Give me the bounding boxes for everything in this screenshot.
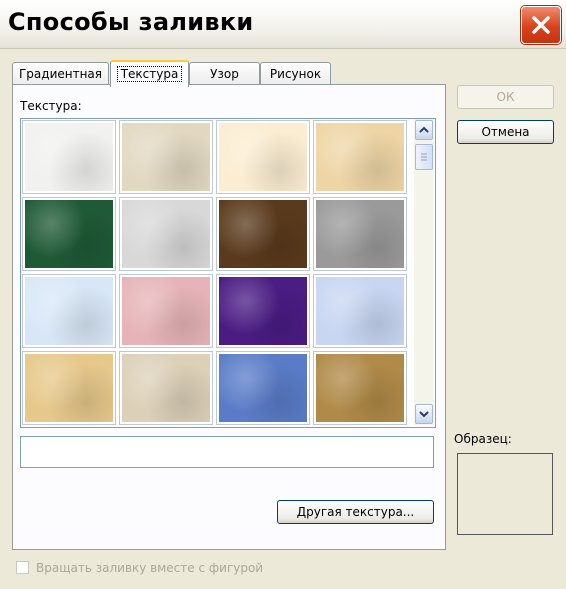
texture-tile-beige-recycled-paper[interactable] (119, 120, 213, 194)
gallery-scrollbar[interactable] (414, 119, 434, 425)
rotate-fill-checkbox[interactable] (16, 561, 29, 574)
tab-texture[interactable]: Текстура (110, 60, 189, 87)
texture-tile-bouquet-lavender[interactable] (313, 274, 407, 348)
tab-picture-label: Рисунок (269, 67, 322, 81)
sample-label: Образец: (454, 432, 512, 446)
tab-gradient-label: Градиентная (18, 67, 103, 81)
scroll-up-button[interactable] (415, 120, 433, 140)
close-icon (532, 16, 550, 34)
rotate-fill-label: Вращать заливку вместе с фигурой (36, 561, 264, 575)
texture-tile-light-blue-paper[interactable] (22, 274, 116, 348)
texture-tile-papyrus[interactable] (22, 351, 116, 425)
texture-tile-pink-tissue[interactable] (119, 274, 213, 348)
texture-name-field (20, 436, 434, 468)
chevron-down-icon (419, 411, 429, 418)
texture-tile-purple-mesh[interactable] (216, 274, 310, 348)
texture-tile-white-gray-marble[interactable] (119, 197, 213, 271)
tab-picture[interactable]: Рисунок (260, 62, 331, 85)
texture-tile-cream-parchment[interactable] (216, 120, 310, 194)
window-title: Способы заливки (8, 8, 254, 36)
close-button[interactable] (521, 6, 561, 44)
texture-tile-brown-marble[interactable] (216, 197, 310, 271)
tab-pattern-label: Узор (210, 67, 239, 81)
chevron-up-icon (419, 126, 429, 133)
sample-preview (457, 453, 553, 535)
texture-label: Текстура: (20, 99, 82, 113)
texture-tile-white-marble-paper[interactable] (22, 120, 116, 194)
other-texture-button[interactable]: Другая текстура... (277, 500, 434, 524)
cancel-button[interactable]: Отмена (457, 120, 554, 144)
texture-tile-canvas[interactable] (119, 351, 213, 425)
ok-button[interactable]: ОК (457, 85, 554, 109)
title-bar: Способы заливки (0, 0, 566, 49)
texture-tile-tan-sand[interactable] (313, 120, 407, 194)
tab-texture-label: Текстура (116, 66, 183, 82)
texture-tile-denim[interactable] (216, 351, 310, 425)
scroll-down-button[interactable] (415, 404, 433, 424)
texture-tile-granite[interactable] (313, 197, 407, 271)
texture-tile-woven-mat[interactable] (313, 351, 407, 425)
grip-icon (421, 153, 427, 161)
tab-gradient[interactable]: Градиентная (12, 62, 109, 85)
texture-tile-green-marble[interactable] (22, 197, 116, 271)
scroll-thumb[interactable] (415, 144, 433, 170)
tab-pattern[interactable]: Узор (189, 62, 260, 85)
texture-gallery (20, 118, 436, 428)
